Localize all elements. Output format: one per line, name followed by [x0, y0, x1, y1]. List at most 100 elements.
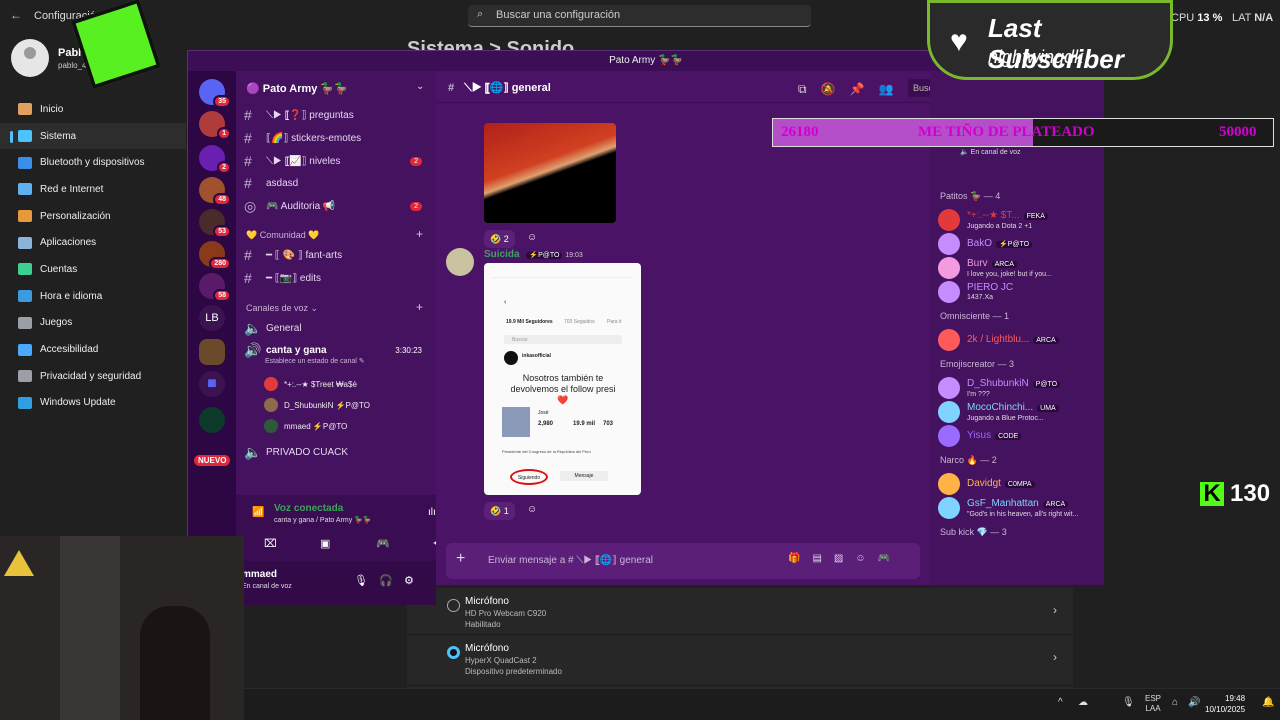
- member-item[interactable]: *+:.--★ $T... FEKA Jugando a Dota 2 +1: [938, 207, 1096, 233]
- emoji-icon[interactable]: ☺: [855, 553, 877, 564]
- mic-radio[interactable]: [447, 599, 460, 612]
- attach-plus-icon[interactable]: +: [456, 550, 465, 568]
- nav-item[interactable]: Personalización: [0, 203, 186, 230]
- member-item[interactable]: D_ShubunkiN P@TO I'm ???: [938, 375, 1096, 401]
- member-item[interactable]: Yisus CODE: [938, 423, 1096, 449]
- nav-item[interactable]: Cuentas: [0, 256, 186, 283]
- server-icon[interactable]: [199, 339, 225, 365]
- profile-avatar[interactable]: [11, 39, 49, 77]
- threads-icon[interactable]: ⧉: [798, 82, 821, 96]
- mic-row[interactable]: Micrófono HyperX QuadCast 2 Dispositivo …: [407, 636, 1073, 686]
- server-icon[interactable]: 53: [199, 209, 231, 238]
- add-reaction-icon[interactable]: ☺: [527, 504, 537, 515]
- channel-item[interactable]: # ⟍▶ ⟦📈⟧ niveles 2: [244, 153, 432, 169]
- channel-item[interactable]: # asdasd: [244, 175, 432, 191]
- server-icon[interactable]: 2: [199, 145, 231, 174]
- member-item[interactable]: BakO ⚡P@TO: [938, 231, 1096, 257]
- notification-icon[interactable]: 🔔: [1262, 697, 1274, 708]
- role-tag: C0MPA: [1004, 481, 1035, 488]
- user-name[interactable]: mmaed: [242, 569, 277, 580]
- nav-item[interactable]: Hora e idioma: [0, 283, 186, 310]
- reaction[interactable]: 🤣 1: [484, 502, 515, 520]
- gift-icon[interactable]: 🎁: [788, 553, 812, 564]
- member-item[interactable]: Davidgt C0MPA: [938, 471, 1096, 497]
- nav-item[interactable]: Sistema: [0, 122, 186, 150]
- nav-item[interactable]: Bluetooth y dispositivos: [0, 149, 186, 176]
- channel-item[interactable]: # ⟍▶ ⟦❓⟧ preguntas: [244, 107, 432, 123]
- nav-item[interactable]: Aplicaciones: [0, 229, 186, 256]
- mic-icon[interactable]: 🎙: [354, 574, 368, 587]
- message-screenshot[interactable]: ‹ 19.9 Mil Seguidores 703 Seguidos Para …: [484, 263, 641, 495]
- server-icon[interactable]: 280: [199, 241, 231, 270]
- mic-row[interactable]: Micrófono HD Pro Webcam C920 Habilitado …: [407, 589, 1073, 635]
- folder-icon[interactable]: ■: [199, 371, 225, 397]
- settings-search-input[interactable]: ⌕ Buscar una configuración: [468, 5, 811, 27]
- voice-status-hint[interactable]: Establece un estado de canal ✎: [265, 357, 365, 365]
- voice-user[interactable]: *+:.--★ $Treet ₩a$ė: [264, 377, 357, 391]
- voice-connected-sub[interactable]: canta y gana / Pato Army 🦆🦆: [274, 516, 372, 524]
- add-reaction-icon[interactable]: ☺: [527, 232, 537, 243]
- chevron-right-icon[interactable]: ›: [1053, 650, 1057, 664]
- add-channel-icon[interactable]: +: [416, 300, 423, 314]
- voice-channel[interactable]: 🔈 General: [244, 320, 432, 337]
- channel-item[interactable]: # ━ ⟦ 🎨 ⟧ fant-arts: [244, 247, 432, 263]
- member-item[interactable]: Burv ARCA I love you, joke! but if you...: [938, 255, 1096, 281]
- member-item[interactable]: MocoChinchi... UMA Jugando a Blue Protoc..…: [938, 399, 1096, 425]
- mic-tray-icon[interactable]: 🎙: [1122, 697, 1135, 708]
- channel-item[interactable]: ◎ 🎮 Auditoria 📢 2: [244, 198, 432, 215]
- pin-icon[interactable]: 📌: [850, 82, 879, 96]
- nav-item[interactable]: Privacidad y seguridad: [0, 363, 186, 390]
- mic-radio-selected[interactable]: [447, 646, 460, 659]
- voice-channel[interactable]: 🔈 PRIVADO CUACK: [244, 444, 432, 461]
- channel-item[interactable]: # ⟦🌈⟧ stickers-emotes: [244, 130, 432, 146]
- message-image[interactable]: [484, 123, 616, 223]
- chevron-up-icon[interactable]: ^: [1058, 697, 1063, 708]
- server-icon[interactable]: 1: [199, 111, 231, 140]
- reaction[interactable]: 🤣 2: [484, 230, 515, 248]
- network-icon[interactable]: ⌂: [1172, 697, 1178, 708]
- guild-name[interactable]: 🟣 Pato Army 🦆🦆: [246, 82, 348, 95]
- screenshare-icon[interactable]: ▣: [320, 537, 330, 550]
- volume-icon[interactable]: 🔊: [1188, 697, 1200, 708]
- server-icon[interactable]: 58: [199, 273, 231, 302]
- nav-item[interactable]: Inicio: [0, 96, 186, 123]
- avatar[interactable]: [446, 248, 474, 276]
- gear-icon[interactable]: ⚙: [404, 574, 414, 587]
- sticker-icon[interactable]: ▨: [834, 553, 855, 564]
- back-arrow-icon[interactable]: ←: [10, 8, 22, 22]
- discord-home-icon[interactable]: 35: [199, 79, 231, 108]
- voice-user[interactable]: D_ShubunkiN ⚡P@TO: [264, 398, 370, 412]
- channel-item[interactable]: # ━ ⟦📷⟧ edits: [244, 270, 432, 286]
- member-item[interactable]: 2k / Lightblu... ARCA: [938, 327, 1096, 353]
- clock[interactable]: 19:48 10/10/2025: [1205, 693, 1245, 715]
- headphones-icon[interactable]: 🎧: [379, 574, 393, 587]
- member-item[interactable]: PIERO JC 1437.Xa: [938, 279, 1096, 305]
- user-panel: mmaed En canal de voz 🎙 🎧 ⚙: [236, 561, 436, 605]
- gif-icon[interactable]: ▤: [812, 553, 833, 564]
- mute-icon[interactable]: 🔕: [821, 82, 850, 96]
- nav-item[interactable]: Red e Internet: [0, 176, 186, 203]
- member-item[interactable]: GsF_Manhattan ARCA "God's in his heaven, a…: [938, 495, 1096, 521]
- server-icon[interactable]: 48: [199, 177, 231, 206]
- nav-item[interactable]: Juegos: [0, 310, 186, 337]
- message-author[interactable]: Suicida: [484, 249, 520, 260]
- new-badge[interactable]: NUEVO: [194, 455, 231, 466]
- soundwave-icon[interactable]: ılı: [428, 507, 436, 518]
- members-icon[interactable]: 👥: [878, 82, 907, 96]
- chevron-down-icon[interactable]: ⌄: [416, 81, 424, 92]
- add-channel-icon[interactable]: +: [416, 227, 423, 241]
- chevron-right-icon[interactable]: ›: [1053, 603, 1057, 617]
- activity-icon[interactable]: 🎮: [376, 537, 390, 550]
- server-badge: 280: [209, 257, 231, 270]
- language-indicator[interactable]: ESP LAA: [1145, 694, 1161, 714]
- server-lb[interactable]: LB: [199, 305, 225, 331]
- apps-icon[interactable]: 🎮: [878, 553, 902, 564]
- category-header[interactable]: Canales de voz ⌄: [246, 303, 318, 314]
- nav-item[interactable]: Accesibilidad: [0, 336, 186, 363]
- cloud-icon[interactable]: ☁: [1078, 697, 1088, 708]
- server-icon[interactable]: [199, 407, 225, 433]
- nav-item[interactable]: Windows Update: [0, 390, 186, 417]
- camera-off-icon[interactable]: ⌧: [264, 537, 277, 550]
- category-header[interactable]: 💛 Comunidad 💛: [246, 230, 319, 241]
- voice-user[interactable]: mmaed ⚡P@TO: [264, 419, 347, 433]
